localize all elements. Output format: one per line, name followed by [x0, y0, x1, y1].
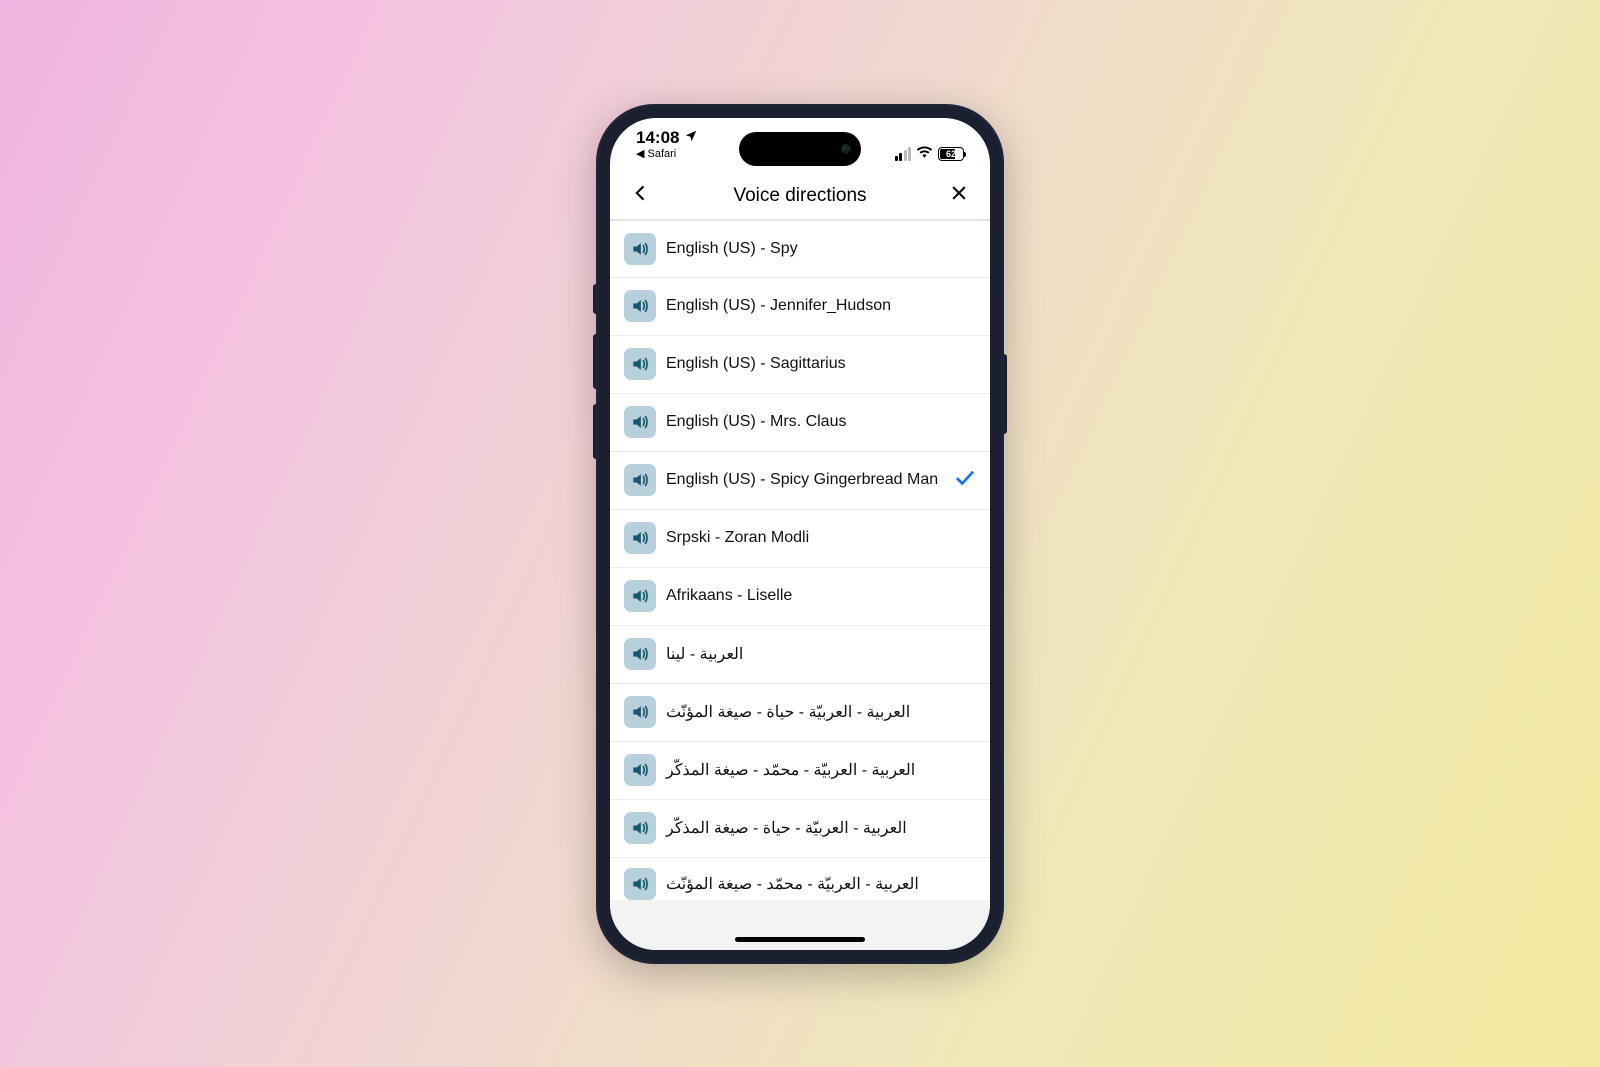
- voice-label: English (US) - Jennifer_Hudson: [666, 297, 976, 315]
- voice-label: English (US) - Mrs. Claus: [666, 413, 976, 431]
- cellular-icon: [895, 147, 912, 161]
- voice-label: Afrikaans - Liselle: [666, 587, 976, 605]
- voice-row[interactable]: English (US) - Spicy Gingerbread Man: [610, 452, 990, 510]
- voice-row[interactable]: English (US) - Sagittarius: [610, 336, 990, 394]
- voice-label: Srpski - Zoran Modli: [666, 529, 976, 547]
- back-button[interactable]: [628, 183, 654, 209]
- voice-label: العربية - العربيّة - حياة - صيغة المذكّر: [666, 818, 976, 838]
- speaker-icon[interactable]: [624, 580, 656, 612]
- voice-label: English (US) - Spicy Gingerbread Man: [666, 471, 944, 489]
- battery-icon: 62: [938, 147, 964, 161]
- voice-row[interactable]: العربية - العربيّة - حياة - صيغة المؤنّث: [610, 684, 990, 742]
- voice-row[interactable]: العربية - العربيّة - محمّد - صيغة المؤنّ…: [610, 858, 990, 900]
- voice-label: العربية - العربيّة - محمّد - صيغة المؤنّ…: [666, 874, 976, 894]
- status-time: 14:08: [636, 128, 679, 148]
- selected-check-icon: [954, 467, 976, 494]
- nav-header: Voice directions: [610, 174, 990, 220]
- voice-label: English (US) - Sagittarius: [666, 355, 976, 373]
- voice-row[interactable]: العربية - العربيّة - حياة - صيغة المذكّر: [610, 800, 990, 858]
- close-button[interactable]: [946, 183, 972, 209]
- dynamic-island: [739, 132, 861, 166]
- voice-row[interactable]: العربية - العربيّة - محمّد - صيغة المذكّ…: [610, 742, 990, 800]
- speaker-icon[interactable]: [624, 464, 656, 496]
- battery-percent: 62: [946, 149, 956, 159]
- speaker-icon[interactable]: [624, 754, 656, 786]
- home-indicator[interactable]: [735, 937, 865, 942]
- voice-row[interactable]: English (US) - Jennifer_Hudson: [610, 278, 990, 336]
- phone-frame: 14:08 ◀ Safari 62: [596, 104, 1004, 964]
- speaker-icon[interactable]: [624, 638, 656, 670]
- speaker-icon[interactable]: [624, 233, 656, 265]
- speaker-icon[interactable]: [624, 348, 656, 380]
- voice-row[interactable]: Srpski - Zoran Modli: [610, 510, 990, 568]
- voice-label: العربية - العربيّة - حياة - صيغة المؤنّث: [666, 702, 976, 722]
- voice-row[interactable]: Afrikaans - Liselle: [610, 568, 990, 626]
- speaker-icon[interactable]: [624, 290, 656, 322]
- screen: 14:08 ◀ Safari 62: [610, 118, 990, 950]
- voice-row[interactable]: English (US) - Spy: [610, 220, 990, 278]
- speaker-icon[interactable]: [624, 868, 656, 900]
- wifi-icon: [916, 145, 933, 162]
- page-title: Voice directions: [733, 185, 866, 207]
- voice-row[interactable]: العربية - لينا: [610, 626, 990, 684]
- speaker-icon[interactable]: [624, 406, 656, 438]
- speaker-icon[interactable]: [624, 812, 656, 844]
- voice-row[interactable]: English (US) - Mrs. Claus: [610, 394, 990, 452]
- speaker-icon[interactable]: [624, 522, 656, 554]
- location-icon: [684, 128, 698, 148]
- back-to-app[interactable]: ◀ Safari: [636, 147, 676, 160]
- voice-label: العربية - لينا: [666, 644, 976, 664]
- voice-label: العربية - العربيّة - محمّد - صيغة المذكّ…: [666, 760, 976, 780]
- voice-list[interactable]: English (US) - Spy English (US) - Jennife…: [610, 220, 990, 950]
- voice-label: English (US) - Spy: [666, 240, 976, 258]
- speaker-icon[interactable]: [624, 696, 656, 728]
